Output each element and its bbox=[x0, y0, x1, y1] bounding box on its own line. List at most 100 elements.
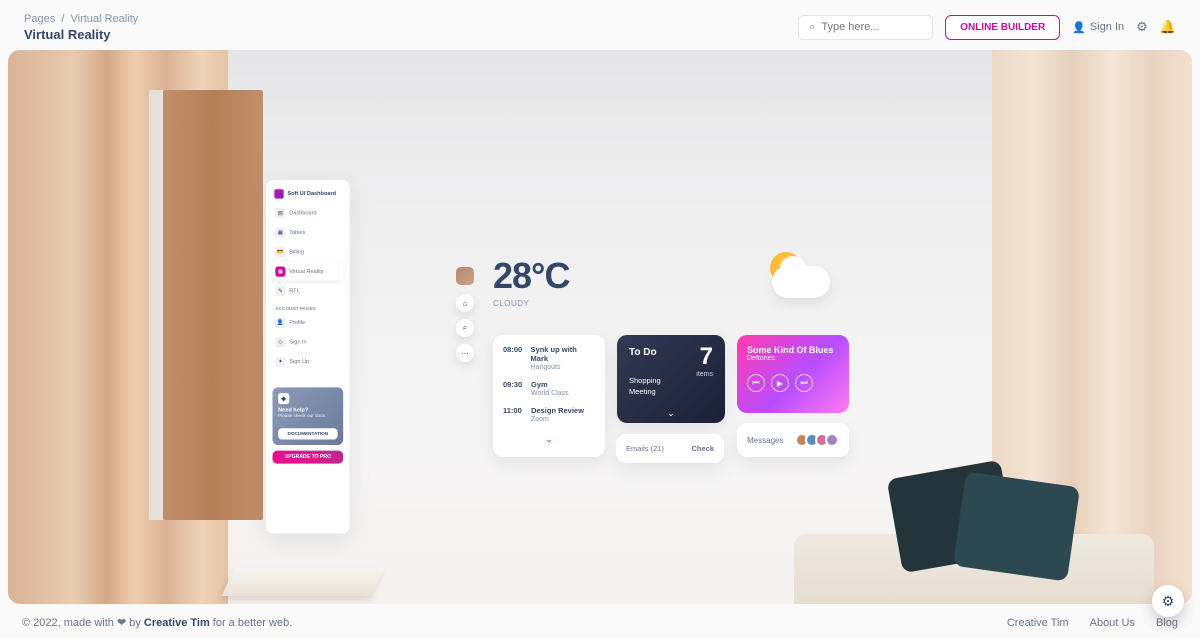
upgrade-button[interactable]: UPGRADE TO PRO bbox=[273, 451, 344, 464]
schedule-card: 08:00 Synk up with MarkHangouts 09:30 GymW… bbox=[493, 335, 605, 457]
vr-icon: ▣ bbox=[275, 266, 285, 276]
online-builder-button[interactable]: ONLINE BUILDER bbox=[945, 15, 1060, 40]
tables-icon: ▦ bbox=[275, 227, 285, 237]
sidebar-item-label: Tables bbox=[289, 230, 305, 236]
sidebar-item-profile[interactable]: 👤 Profile bbox=[273, 314, 344, 332]
topbar: Pages / Virtual Reality Virtual Reality … bbox=[0, 0, 1200, 50]
signup-icon: ✦ bbox=[275, 357, 285, 367]
help-card: ◆ Need help? Please check our docs DOCUM… bbox=[273, 387, 344, 445]
copyright: © 2022, made with ❤ by Creative Tim for … bbox=[22, 616, 292, 629]
search-box[interactable]: ⌕ bbox=[798, 15, 933, 40]
schedule-title: Design Review bbox=[531, 406, 584, 415]
todo-item: Meeting bbox=[629, 387, 713, 398]
weather-icon bbox=[756, 250, 836, 305]
rtl-icon: ✎ bbox=[275, 286, 285, 296]
chevron-down-icon[interactable]: ⌄ bbox=[503, 432, 595, 447]
breadcrumb: Pages / Virtual Reality bbox=[24, 13, 138, 25]
schedule-title: Synk up with Mark bbox=[531, 345, 595, 363]
gear-icon: ⚙ bbox=[1162, 593, 1175, 610]
breadcrumb-root[interactable]: Pages bbox=[24, 13, 55, 25]
chevron-down-icon[interactable]: ⌄ bbox=[667, 408, 675, 419]
footer: © 2022, made with ❤ by Creative Tim for … bbox=[0, 606, 1200, 639]
music-artist: Deftones bbox=[747, 355, 839, 362]
schedule-row[interactable]: 08:00 Synk up with MarkHangouts bbox=[503, 345, 595, 371]
search-icon[interactable]: ⌕ bbox=[456, 319, 474, 337]
todo-list: Shopping Meeting bbox=[629, 376, 713, 397]
bell-icon[interactable]: 🔔 bbox=[1160, 19, 1176, 35]
schedule-time: 08:00 bbox=[503, 345, 525, 371]
sidebar-item-label: Dashboard bbox=[289, 210, 316, 216]
help-icon: ◆ bbox=[278, 393, 289, 404]
dashboard-icon: ▤ bbox=[275, 208, 285, 218]
music-card: Some Kind Of Blues Deftones ⏮ ▶ ⏭ bbox=[737, 335, 849, 413]
footer-link[interactable]: About Us bbox=[1090, 617, 1135, 629]
home-icon[interactable]: ⌂ bbox=[456, 294, 474, 312]
help-subtitle: Please check our docs bbox=[278, 413, 338, 419]
billing-icon: 💳 bbox=[275, 247, 285, 257]
music-title: Some Kind Of Blues bbox=[747, 345, 839, 355]
sidebar-item-tables[interactable]: ▦ Tables bbox=[273, 224, 344, 242]
sidenav: Soft UI Dashboard ▤ Dashboard ▦ Tables 💳 Bi… bbox=[266, 180, 350, 533]
signin-label: Sign In bbox=[1090, 21, 1124, 33]
schedule-title: Gym bbox=[531, 380, 569, 389]
schedule-sub: Zoom bbox=[531, 416, 584, 423]
brand-logo-icon bbox=[274, 189, 283, 198]
avatar[interactable] bbox=[456, 267, 474, 285]
signin-link[interactable]: 👤 Sign In bbox=[1072, 21, 1124, 34]
sidebar-item-label: Sign Up bbox=[289, 359, 309, 365]
sidebar-item-signin[interactable]: ◇ Sign In bbox=[273, 333, 344, 351]
room-bg bbox=[8, 50, 1192, 604]
todo-items-label: items bbox=[696, 371, 713, 378]
sidebar-item-label: Sign In bbox=[289, 339, 306, 345]
search-input[interactable] bbox=[821, 21, 922, 33]
emails-card[interactable]: Emails (21) Check bbox=[616, 434, 724, 463]
breadcrumb-current: Virtual Reality bbox=[70, 13, 138, 25]
avatar bbox=[825, 433, 839, 447]
prev-track-icon[interactable]: ⏮ bbox=[747, 374, 765, 392]
signin-icon: ◇ bbox=[275, 337, 285, 347]
todo-count: 7 bbox=[700, 343, 713, 371]
gear-icon[interactable]: ⚙ bbox=[1136, 19, 1148, 35]
sidebar-item-dashboard[interactable]: ▤ Dashboard bbox=[273, 204, 344, 222]
sidebar-item-rtl[interactable]: ✎ RTL bbox=[273, 282, 344, 300]
todo-card[interactable]: To Do 7 items Shopping Meeting ⌄ bbox=[617, 335, 725, 423]
sidebar-item-signup[interactable]: ✦ Sign Up bbox=[273, 353, 344, 371]
footer-link[interactable]: Blog bbox=[1156, 617, 1178, 629]
sidebar-item-billing[interactable]: 💳 Billing bbox=[273, 243, 344, 261]
play-icon[interactable]: ▶ bbox=[771, 374, 789, 392]
brand[interactable]: Soft UI Dashboard bbox=[273, 187, 344, 205]
schedule-sub: Hangouts bbox=[531, 364, 595, 371]
sidebar-item-virtual-reality[interactable]: ▣ Virtual Reality bbox=[273, 263, 344, 281]
side-actions: ⌂ ⌕ ⋯ bbox=[456, 294, 474, 362]
sidebar-item-label: Billing bbox=[289, 249, 304, 255]
documentation-button[interactable]: DOCUMENTATION bbox=[278, 428, 338, 439]
user-icon: 👤 bbox=[1072, 21, 1086, 34]
footer-links: Creative Tim About Us Blog bbox=[989, 617, 1178, 629]
weather-condition: CLOUDY bbox=[493, 299, 569, 308]
next-track-icon[interactable]: ⏭ bbox=[795, 374, 813, 392]
footer-brand[interactable]: Creative Tim bbox=[144, 617, 210, 629]
schedule-time: 11:00 bbox=[503, 406, 525, 423]
footer-link[interactable]: Creative Tim bbox=[1007, 617, 1069, 629]
vr-stage: Soft UI Dashboard ▤ Dashboard ▦ Tables 💳 Bi… bbox=[8, 50, 1192, 604]
sidebar-item-label: RTL bbox=[289, 288, 299, 294]
emails-check-link[interactable]: Check bbox=[691, 444, 714, 453]
settings-fab[interactable]: ⚙ bbox=[1152, 585, 1184, 617]
avatar-stack bbox=[799, 433, 839, 447]
weather-widget: 28°C CLOUDY bbox=[493, 255, 569, 308]
schedule-sub: World Class bbox=[531, 390, 569, 397]
page-title: Virtual Reality bbox=[24, 27, 138, 42]
schedule-time: 09:30 bbox=[503, 380, 525, 397]
sidebar-item-label: Virtual Reality bbox=[289, 269, 323, 275]
schedule-row[interactable]: 11:00 Design ReviewZoom bbox=[503, 406, 595, 423]
nav-section-heading: Account Pages bbox=[273, 302, 344, 314]
brand-label: Soft UI Dashboard bbox=[287, 191, 336, 197]
more-icon[interactable]: ⋯ bbox=[456, 344, 474, 362]
schedule-row[interactable]: 09:30 GymWorld Class bbox=[503, 380, 595, 397]
search-icon: ⌕ bbox=[809, 21, 815, 34]
emails-label: Emails (21) bbox=[626, 444, 664, 453]
profile-icon: 👤 bbox=[275, 318, 285, 328]
temperature: 28°C bbox=[493, 255, 569, 297]
messages-card[interactable]: Messages bbox=[737, 423, 849, 457]
sidebar-item-label: Profile bbox=[289, 320, 305, 326]
